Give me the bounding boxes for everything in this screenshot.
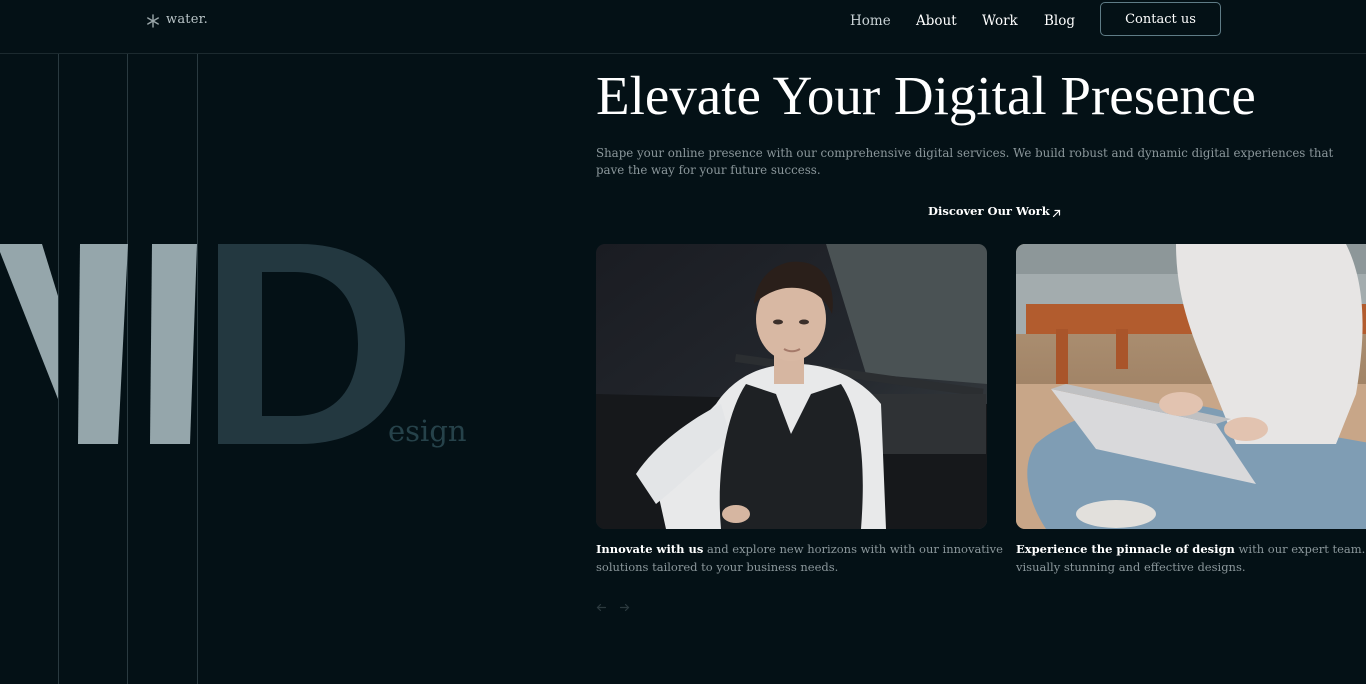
logo-text: water. (166, 12, 208, 27)
card-caption-bold: Innovate with us (596, 542, 704, 556)
card-image-woman-portrait[interactable] (596, 244, 987, 529)
logo[interactable]: water. (146, 12, 208, 28)
discover-label: Discover Our Work (928, 204, 1050, 218)
contact-button[interactable]: Contact us (1100, 2, 1221, 36)
card-caption-text: solutions tailored to your business need… (596, 559, 839, 574)
nav-work[interactable]: Work (982, 13, 1018, 29)
hero-description: Shape your online presence with our comp… (596, 146, 1334, 177)
card-caption-text: and explore new horizons with with our i… (703, 542, 1003, 556)
card-caption: Experience the pinnacle of design with o… (1016, 541, 1366, 576)
card-caption-text: visually stunning and effective designs. (1016, 559, 1246, 574)
nav-about[interactable]: About (916, 13, 957, 29)
arrow-left-icon[interactable] (596, 598, 607, 612)
asterisk-icon (146, 13, 160, 28)
card-caption: Innovate with us and explore new horizon… (596, 541, 1003, 576)
arrow-right-icon[interactable] (619, 598, 630, 612)
design-word: esign (388, 414, 467, 448)
nav-home[interactable]: Home (850, 13, 891, 29)
discover-work-link[interactable]: Discover Our Work (928, 204, 1061, 218)
site-header: water. Home About Work Blog Contact us (0, 0, 1366, 54)
slider-controls (596, 598, 630, 612)
card-caption-text: with our expert team. Creating (1238, 542, 1366, 556)
card-caption-bold: Experience the pinnacle of design (1016, 542, 1235, 556)
hero-title: Elevate Your Digital Presence (596, 65, 1256, 126)
nav-blog[interactable]: Blog (1044, 13, 1075, 29)
card-image-laptop-user[interactable] (1016, 244, 1366, 529)
arrow-up-right-icon (1052, 207, 1061, 217)
